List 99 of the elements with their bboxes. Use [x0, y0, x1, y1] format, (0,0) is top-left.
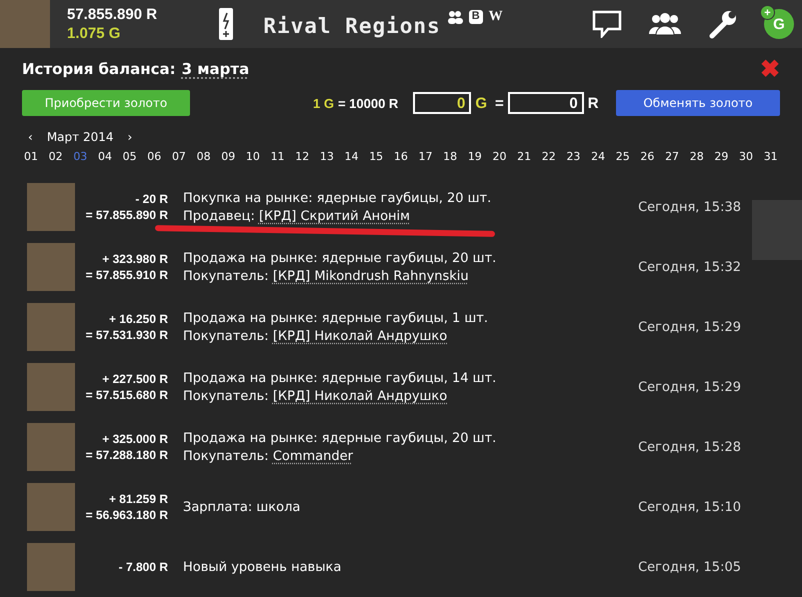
- player-link[interactable]: [КРД] Скритий Анонім: [258, 208, 410, 224]
- dialog-title: История баланса:: [22, 60, 176, 78]
- entry-description: Продажа на рынке: ядерные гаубицы, 20 шт.: [183, 430, 498, 446]
- phone-icon[interactable]: [218, 7, 234, 41]
- day-link[interactable]: 13: [320, 150, 334, 163]
- day-link[interactable]: 17: [418, 150, 432, 163]
- settings-icon[interactable]: [708, 9, 738, 39]
- day-link[interactable]: 30: [739, 150, 754, 163]
- day-link[interactable]: 19: [468, 150, 482, 163]
- exchange-button[interactable]: Обменять золото: [616, 90, 780, 116]
- day-link[interactable]: 24: [591, 150, 606, 163]
- entry-time: Сегодня, 15:32: [638, 260, 741, 274]
- day-link[interactable]: 11: [270, 150, 285, 163]
- avatar-picture: [27, 243, 75, 291]
- avatar-picture: [27, 363, 75, 411]
- day-link[interactable]: 12: [295, 150, 310, 163]
- day-link[interactable]: 16: [394, 150, 408, 163]
- next-month-button[interactable]: ›: [127, 130, 132, 144]
- amount-change: - 7.800 R: [118, 560, 168, 574]
- entry-time: Сегодня, 15:38: [638, 200, 741, 214]
- day-link[interactable]: 02: [48, 150, 63, 163]
- day-link[interactable]: 05: [122, 150, 137, 163]
- balance-after: = 57.515.680 R: [86, 388, 168, 402]
- day-link[interactable]: 15: [369, 150, 384, 163]
- party-label: Покупатель:: [183, 388, 269, 404]
- day-link[interactable]: 01: [24, 150, 38, 163]
- balance-rubles: 57.855.890 R: [67, 6, 158, 23]
- player-link[interactable]: [КРД] Mikondrush Rahnynskiu: [272, 268, 469, 284]
- avatar-picture: [27, 483, 75, 531]
- site-title: Rival Regions: [263, 14, 441, 38]
- day-link[interactable]: 08: [196, 150, 211, 163]
- entry-time: Сегодня, 15:28: [638, 440, 741, 454]
- day-link[interactable]: 23: [566, 150, 580, 163]
- day-link[interactable]: 22: [542, 150, 556, 163]
- balance-premium: 1.075 G: [67, 25, 122, 42]
- premium-amount-field[interactable]: 0: [413, 92, 472, 114]
- party-label: Продавец:: [183, 208, 255, 224]
- amount-change: + 81.259 R: [108, 492, 168, 506]
- player-link[interactable]: [КРД] Николай Андрушко: [272, 328, 448, 344]
- people-icon[interactable]: [446, 10, 463, 24]
- day-link[interactable]: 18: [443, 150, 458, 163]
- entry-time: Сегодня, 15:29: [638, 320, 741, 334]
- player-link[interactable]: [КРД] Николай Андрушко: [272, 388, 448, 404]
- avatar-picture: [27, 543, 75, 591]
- entry-description: Зарплата: школа: [183, 500, 302, 514]
- amount-change: + 227.500 R: [102, 372, 168, 386]
- player-link[interactable]: Commander: [272, 448, 353, 464]
- day-link[interactable]: 03: [73, 150, 88, 163]
- premium-unit: G: [475, 94, 487, 112]
- social-badge[interactable]: В: [468, 10, 483, 24]
- rate-rubles: = 10000 R: [338, 96, 398, 110]
- chat-icon[interactable]: [592, 10, 622, 38]
- day-link[interactable]: 20: [492, 150, 506, 163]
- day-link[interactable]: 06: [147, 150, 162, 163]
- avatar-picture: [0, 0, 50, 48]
- day-link[interactable]: 14: [344, 150, 359, 163]
- day-link[interactable]: 29: [714, 150, 728, 163]
- entry-time: Сегодня, 15:05: [638, 560, 741, 574]
- entry-time: Сегодня, 15:29: [638, 380, 741, 394]
- avatar-picture: [27, 303, 75, 351]
- date-link[interactable]: 3 марта: [182, 60, 250, 78]
- day-link[interactable]: 09: [221, 150, 236, 163]
- balance-after: = 57.855.910 R: [86, 268, 168, 282]
- rubles-unit: R: [588, 94, 599, 112]
- day-link[interactable]: 07: [172, 150, 186, 163]
- entry-description: Продажа на рынке: ядерные гаубицы, 1 шт.: [183, 310, 490, 326]
- day-link[interactable]: 04: [98, 150, 112, 163]
- amount-change: + 325.000 R: [102, 432, 168, 446]
- day-link[interactable]: 27: [665, 150, 680, 163]
- party-label: Покупатель:: [183, 448, 269, 464]
- rubles-amount-field[interactable]: 0: [508, 92, 584, 114]
- party-label: Покупатель:: [183, 328, 269, 344]
- day-link[interactable]: 28: [690, 150, 704, 163]
- party-label: Покупатель:: [183, 268, 269, 284]
- previous-month-button[interactable]: ‹: [28, 130, 33, 144]
- balance-after: = 57.855.890 R: [86, 208, 168, 222]
- group-icon[interactable]: [648, 12, 682, 36]
- balance-after: = 57.531.930 R: [86, 328, 168, 342]
- day-link[interactable]: 21: [517, 150, 532, 163]
- day-link[interactable]: 31: [764, 150, 778, 163]
- day-link[interactable]: 26: [640, 150, 654, 163]
- day-link[interactable]: 25: [616, 150, 630, 163]
- entry-description: Продажа на рынке: ядерные гаубицы, 14 шт.: [183, 370, 498, 386]
- amount-change: + 323.980 R: [102, 252, 168, 266]
- avatar-picture: [27, 423, 75, 471]
- rate-premium: 1 G: [313, 96, 334, 110]
- amount-change: - 20 R: [135, 192, 168, 206]
- equals-sign: =: [495, 94, 504, 112]
- entry-time: Сегодня, 15:10: [638, 500, 741, 514]
- day-link[interactable]: 10: [246, 150, 260, 163]
- wiki-link[interactable]: W: [488, 10, 503, 24]
- balance-after: = 57.288.180 R: [86, 448, 168, 462]
- entry-description: Новый уровень навыка: [183, 560, 342, 574]
- month-label: Март 2014: [46, 130, 114, 144]
- avatar-picture: [27, 183, 75, 231]
- entry-description: Продажа на рынке: ядерные гаубицы, 20 шт.: [183, 250, 498, 266]
- amount-change: + 16.250 R: [108, 312, 168, 326]
- balance-after: = 56.963.180 R: [86, 508, 168, 522]
- entry-description: Покупка на рынке: ядерные гаубицы, 20 шт.: [183, 190, 492, 206]
